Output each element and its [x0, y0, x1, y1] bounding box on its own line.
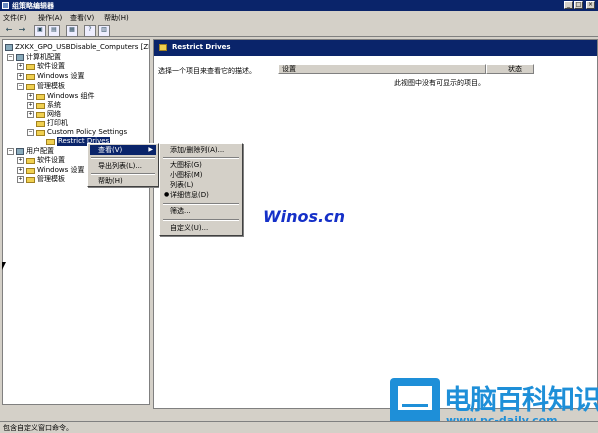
folder-icon: [26, 63, 35, 70]
toolbar: ← → ▣ ▤ ▦ ? ▥: [0, 23, 598, 37]
up-folder-icon[interactable]: ▣: [34, 25, 46, 37]
tree-windows-settings[interactable]: + Windows 设置: [17, 72, 84, 81]
collapse-icon[interactable]: −: [27, 129, 34, 136]
tree-computer-config[interactable]: − 计算机配置: [7, 53, 61, 62]
tree-user-config[interactable]: − 用户配置: [7, 147, 54, 156]
menu-separator: [91, 173, 155, 175]
expand-icon[interactable]: +: [17, 167, 24, 174]
expand-icon[interactable]: +: [27, 102, 34, 109]
folder-icon: [26, 83, 35, 90]
folder-icon: [36, 102, 45, 109]
expand-icon[interactable]: +: [17, 157, 24, 164]
help-icon[interactable]: ?: [84, 25, 96, 37]
view-tabs: 扩展 标准: [154, 408, 234, 409]
view-icon[interactable]: ▥: [98, 25, 110, 37]
folder-icon: [159, 44, 167, 51]
context-menu-export[interactable]: 导出列表(L)...: [90, 161, 156, 171]
context-menu-view[interactable]: 查看(V) ▶: [90, 145, 156, 155]
expand-icon[interactable]: +: [17, 176, 24, 183]
folder-icon: [26, 73, 35, 80]
collapse-icon[interactable]: −: [7, 148, 14, 155]
folder-icon: [26, 176, 35, 183]
window-title: 组策略编辑器: [12, 2, 54, 10]
submenu-customize[interactable]: 自定义(U)...: [162, 223, 240, 233]
folder-icon: [36, 129, 45, 136]
forward-arrow-icon[interactable]: →: [17, 25, 27, 35]
submenu-detail-label: 详细信息(D): [170, 191, 209, 199]
column-header-setting[interactable]: 设置: [278, 64, 486, 74]
menu-separator: [163, 203, 239, 205]
menu-action[interactable]: 操作(A): [38, 13, 62, 23]
tree-custom-policy[interactable]: − Custom Policy Settings: [27, 128, 127, 137]
context-menu-view-label: 查看(V): [98, 146, 123, 154]
tree-windows-components[interactable]: + Windows 组件: [27, 92, 94, 101]
radio-dot-icon: ●: [164, 191, 170, 198]
tree-admin-templates[interactable]: − 管理模板: [17, 82, 65, 91]
context-menu-help[interactable]: 帮助(H): [90, 176, 156, 186]
show-tree-icon[interactable]: ▤: [48, 25, 60, 37]
empty-list-message: 此视图中没有可显示的项目。: [394, 79, 485, 87]
menu-file[interactable]: 文件(F): [3, 13, 27, 23]
submenu-arrow-icon: ▶: [148, 146, 153, 153]
menu-separator: [91, 157, 155, 159]
close-button[interactable]: ×: [586, 1, 595, 9]
back-arrow-icon[interactable]: ←: [4, 25, 14, 35]
menu-separator: [163, 157, 239, 159]
menu-help[interactable]: 帮助(H): [104, 13, 129, 23]
computer-icon: [16, 54, 24, 61]
tree-user-admin-templates[interactable]: + 管理模板: [17, 175, 65, 184]
tab-standard[interactable]: 标准: [182, 408, 204, 409]
submenu-small-icons[interactable]: 小图标(M): [162, 170, 240, 180]
folder-icon: [26, 157, 35, 164]
monitor-icon: [390, 378, 440, 426]
menu-bar: 文件(F) 操作(A) 查看(V) 帮助(H): [0, 11, 598, 23]
folder-icon: [36, 111, 45, 118]
expand-icon[interactable]: +: [27, 93, 34, 100]
status-bar: 包含自定义窗口命令。: [0, 421, 598, 432]
folder-icon: [36, 120, 45, 127]
details-header: Restrict Drives: [154, 40, 597, 56]
description-text: 选择一个项目来查看它的描述。: [158, 67, 256, 75]
tree-root[interactable]: ZXKX_GPO_USBDisable_Computers [ZHDC01..: [5, 43, 149, 52]
folder-icon: [26, 167, 35, 174]
folder-icon: [36, 93, 45, 100]
submenu-detail[interactable]: ● 详细信息(D): [162, 190, 240, 200]
details-header-title: Restrict Drives: [172, 43, 231, 51]
expand-icon[interactable]: +: [27, 111, 34, 118]
submenu-filter[interactable]: 筛选...: [162, 206, 240, 216]
title-bar: 组策略编辑器 _ □ ×: [0, 0, 598, 11]
menu-separator: [163, 219, 239, 221]
collapse-icon[interactable]: −: [17, 83, 24, 90]
tree-printers[interactable]: 打印机: [36, 119, 68, 128]
watermark-text: Winos.cn: [263, 207, 345, 226]
expand-icon[interactable]: +: [17, 63, 24, 70]
logo-name: 电脑百科知识: [444, 385, 598, 416]
collapse-icon[interactable]: −: [7, 54, 14, 61]
console-tree[interactable]: ZXKX_GPO_USBDisable_Computers [ZHDC01.. …: [2, 39, 150, 405]
submenu-list[interactable]: 列表(L): [162, 180, 240, 190]
user-icon: [16, 148, 24, 155]
column-header-state[interactable]: 状态: [486, 64, 534, 74]
properties-icon[interactable]: ▦: [66, 25, 78, 37]
view-submenu: 添加/删除列(A)... 大图标(G) 小图标(M) 列表(L) ● 详细信息(D…: [159, 143, 243, 236]
mouse-cursor-icon: [2, 262, 6, 270]
tab-extended[interactable]: 扩展: [157, 408, 179, 409]
tree-network[interactable]: + 网络: [27, 110, 61, 119]
submenu-large-icons[interactable]: 大图标(G): [162, 160, 240, 170]
context-menu: 查看(V) ▶ 导出列表(L)... 帮助(H): [87, 143, 159, 187]
menu-view[interactable]: 查看(V): [70, 13, 94, 23]
minimize-button[interactable]: _: [564, 1, 573, 9]
maximize-button[interactable]: □: [574, 1, 583, 9]
gpedit-app-icon: [2, 2, 9, 9]
tree-user-software-settings[interactable]: + 软件设置: [17, 156, 65, 165]
expand-icon[interactable]: +: [17, 73, 24, 80]
tree-system[interactable]: + 系统: [27, 101, 61, 110]
tree-software-settings[interactable]: + 软件设置: [17, 62, 65, 71]
folder-icon: [46, 138, 55, 145]
tree-user-windows-settings[interactable]: + Windows 设置: [17, 166, 84, 175]
submenu-add-remove-columns[interactable]: 添加/删除列(A)...: [162, 145, 240, 155]
policy-icon: [5, 44, 13, 51]
